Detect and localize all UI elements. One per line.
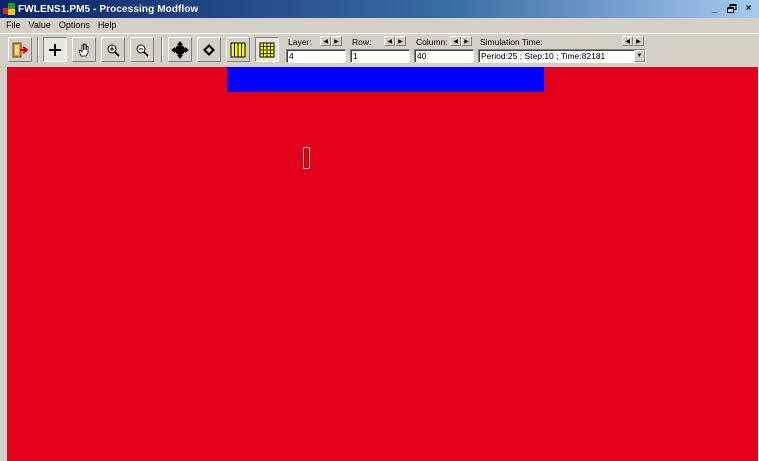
layer-prev-button[interactable]: ◀: [320, 36, 331, 46]
app-icon: [3, 3, 15, 15]
column-grid-button[interactable]: [226, 37, 250, 62]
menu-help[interactable]: Help: [94, 20, 121, 30]
minimize-button[interactable]: _: [707, 2, 722, 15]
exit-button[interactable]: [8, 37, 32, 62]
layer-field[interactable]: 4: [286, 49, 346, 63]
menu-value[interactable]: Value: [25, 20, 55, 30]
time-spinner[interactable]: ◀ ▶: [622, 36, 644, 46]
toolbar: Layer: ◀ ▶ 4 Row: ◀ ▶ 1 Column: ◀ ▶ 40 Simu…: [0, 33, 759, 67]
move-icon: [171, 40, 189, 59]
zoom-in-button[interactable]: [101, 37, 125, 62]
layer-label: Layer:: [288, 37, 312, 47]
row-label: Row:: [352, 37, 372, 47]
layer-next-button[interactable]: ▶: [331, 36, 342, 46]
application-window: FWLENS1.PM5 - Processing Modflow _ × Fil…: [0, 0, 759, 461]
blue-cell-region: [227, 67, 544, 92]
close-button[interactable]: ×: [741, 2, 756, 15]
small-move-button[interactable]: [197, 37, 221, 62]
model-grid-canvas[interactable]: [7, 67, 758, 461]
pan-button[interactable]: [72, 37, 96, 62]
selected-cell-marker: [303, 147, 310, 169]
simulation-time-value: Period:25 ; Step:10 ; Time:82181: [481, 51, 606, 61]
window-title: FWLENS1.PM5 - Processing Modflow: [18, 3, 199, 15]
grid-table-icon: [259, 42, 275, 57]
grid-yellow-icon: [230, 42, 246, 57]
row-grid-button[interactable]: [255, 37, 279, 62]
small-move-icon: [203, 43, 215, 56]
chevron-down-icon[interactable]: ▼: [634, 50, 645, 62]
layer-spinner[interactable]: ◀ ▶: [320, 36, 342, 46]
time-prev-button[interactable]: ◀: [622, 36, 633, 46]
move-button[interactable]: [168, 37, 192, 62]
zoom-in-icon: [107, 44, 120, 57]
row-field[interactable]: 1: [350, 49, 410, 63]
hand-icon: [78, 43, 89, 56]
zoom-out-button[interactable]: [130, 37, 154, 62]
column-spinner[interactable]: ◀ ▶: [450, 36, 472, 46]
select-cell-button[interactable]: [43, 37, 67, 62]
simulation-time-label: Simulation Time:: [480, 37, 543, 47]
exit-icon: [12, 42, 28, 57]
row-next-button[interactable]: ▶: [395, 36, 406, 46]
menu-file[interactable]: File: [2, 20, 25, 30]
menu-options[interactable]: Options: [55, 20, 94, 30]
column-prev-button[interactable]: ◀: [450, 36, 461, 46]
time-next-button[interactable]: ▶: [633, 36, 644, 46]
simulation-time-select[interactable]: Period:25 ; Step:10 ; Time:82181 ▼: [478, 49, 646, 63]
column-next-button[interactable]: ▶: [461, 36, 472, 46]
menu-bar: File Value Options Help: [0, 18, 759, 32]
crosshair-icon: [49, 43, 61, 56]
title-bar[interactable]: FWLENS1.PM5 - Processing Modflow _ ×: [0, 0, 759, 18]
restore-button[interactable]: [724, 2, 739, 15]
column-label: Column:: [416, 37, 448, 47]
row-prev-button[interactable]: ◀: [384, 36, 395, 46]
column-field[interactable]: 40: [414, 49, 474, 63]
zoom-out-icon: [136, 44, 149, 57]
row-spinner[interactable]: ◀ ▶: [384, 36, 406, 46]
